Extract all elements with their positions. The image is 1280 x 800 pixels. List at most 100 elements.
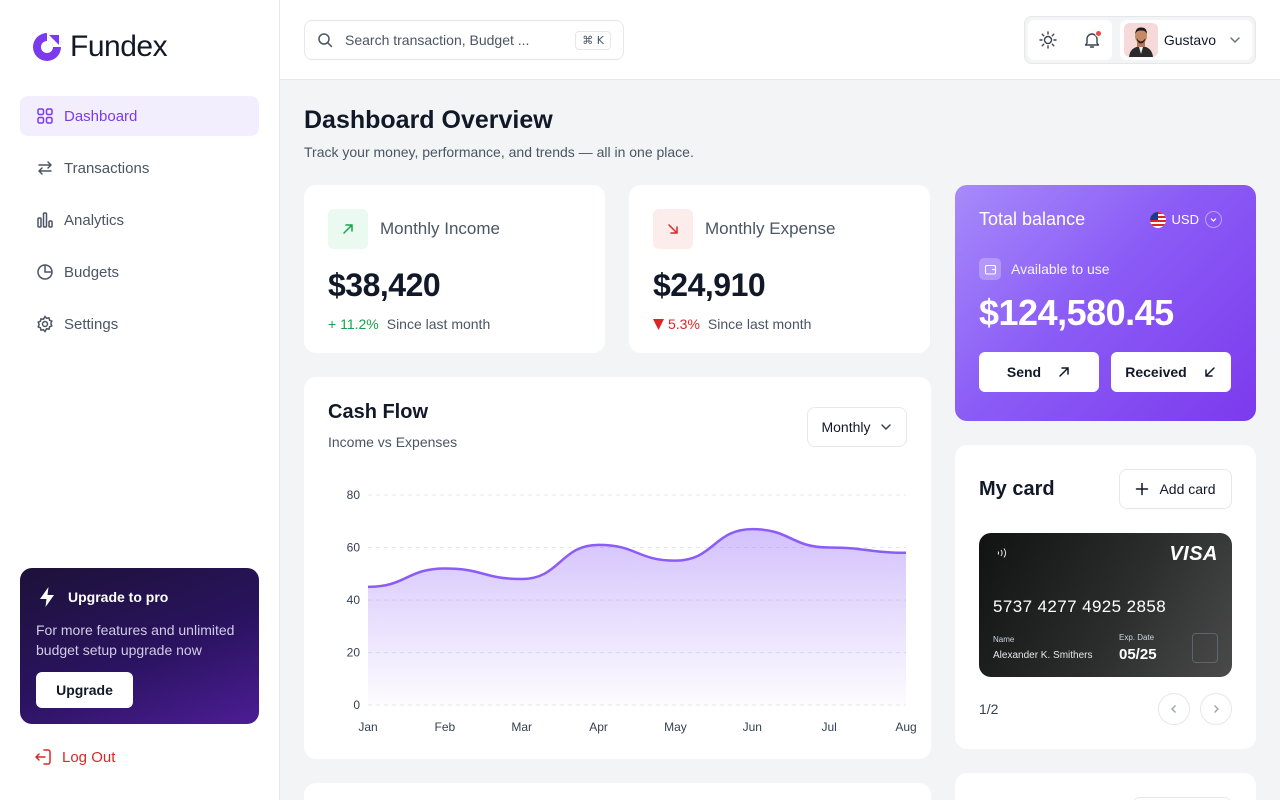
data-point[interactable] <box>597 544 599 546</box>
card-holder: Alexander K. Smithers <box>993 650 1093 661</box>
income-note: Since last month <box>386 316 491 332</box>
data-point[interactable] <box>674 559 676 561</box>
sidebar-item-label: Settings <box>64 315 119 333</box>
user-menu[interactable]: Gustavo <box>1119 20 1252 60</box>
x-tick-label: May <box>664 720 687 734</box>
series-area <box>368 529 906 705</box>
next-card-button[interactable] <box>1200 693 1232 725</box>
expense-label: Monthly Expense <box>705 219 836 238</box>
data-point[interactable] <box>751 528 753 530</box>
exp-date: 05/25 <box>1119 646 1157 663</box>
user-name: Gustavo <box>1163 32 1216 48</box>
data-point[interactable] <box>367 586 369 588</box>
cash-flow-card: Cash Flow Income vs Expenses Monthly 0 20… <box>304 377 931 759</box>
search-placeholder: Search transaction, Budget ... <box>345 32 530 48</box>
sidebar-nav: Dashboard Transactions Analytics Budgets… <box>20 96 259 356</box>
sidebar-item-label: Dashboard <box>64 107 138 125</box>
arrow-down-right-icon <box>653 209 693 249</box>
notifications-button[interactable] <box>1080 28 1104 52</box>
app-name: Fundex <box>70 30 168 63</box>
notification-dot <box>1094 30 1102 37</box>
currency-select[interactable]: USD <box>1149 211 1222 228</box>
data-point[interactable] <box>444 567 446 569</box>
y-tick-label: 40 <box>347 593 361 607</box>
add-card-label: Add card <box>1159 481 1216 497</box>
x-tick-label: Jul <box>821 720 836 734</box>
wallet-icon <box>979 258 1001 280</box>
header-icon-group <box>1027 20 1112 60</box>
x-tick-label: Aug <box>895 720 916 734</box>
my-card-panel: My card Add card VISA 5737 4277 4925 285… <box>955 445 1256 749</box>
sidebar: Fundex Dashboard Transactions Analytics … <box>0 0 280 800</box>
sidebar-item-label: Analytics <box>64 211 125 229</box>
search-shortcut: ⌘ K <box>575 30 611 50</box>
search-icon <box>318 33 333 48</box>
sidebar-item-settings[interactable]: Settings <box>20 304 259 344</box>
logout-button[interactable]: Log Out <box>34 748 115 766</box>
available-label: Available to use <box>1011 261 1110 277</box>
data-point[interactable] <box>905 552 907 554</box>
contactless-icon <box>997 548 1007 558</box>
sidebar-item-dashboard[interactable]: Dashboard <box>20 96 259 136</box>
arrow-up-right-icon <box>328 209 368 249</box>
expense-change: 5.3% <box>668 316 700 332</box>
sidebar-item-analytics[interactable]: Analytics <box>20 200 259 240</box>
bottom-card <box>304 783 931 800</box>
balance-title: Total balance <box>979 209 1086 229</box>
y-tick-label: 80 <box>347 488 361 502</box>
chevron-down-icon <box>1205 211 1222 228</box>
x-tick-label: Jun <box>743 720 762 734</box>
sun-icon <box>1039 31 1057 49</box>
us-flag-icon <box>1149 211 1166 228</box>
chevron-down-icon <box>1230 37 1240 44</box>
card-chip-icon <box>1192 633 1218 663</box>
expense-value: $24,910 <box>653 267 766 303</box>
card-name-label: Name <box>993 635 1015 644</box>
send-label: Send <box>1006 364 1042 380</box>
income-value: $38,420 <box>328 267 441 303</box>
add-card-button[interactable]: Add card <box>1119 469 1232 509</box>
sidebar-item-budgets[interactable]: Budgets <box>20 252 259 292</box>
x-tick-label: Mar <box>511 720 532 734</box>
chevron-left-icon <box>1171 705 1176 713</box>
income-change: + 11.2% <box>328 316 379 332</box>
y-tick-label: 0 <box>353 698 360 712</box>
theme-toggle-button[interactable] <box>1036 28 1060 52</box>
y-tick-label: 20 <box>347 646 361 660</box>
top-header: Search transaction, Budget ... ⌘ K Gusta… <box>280 0 1280 80</box>
triangle-down-icon <box>653 318 664 330</box>
plus-icon <box>1136 482 1149 496</box>
sidebar-item-label: Budgets <box>64 263 120 281</box>
cash-flow-chart: 0 20 40 60 80 Jan Feb Mar Apr May Jun Jul Aug <box>347 488 917 734</box>
income-card: Monthly Income $38,420 + 11.2% Since las… <box>304 185 605 353</box>
avatar <box>1123 23 1158 57</box>
arrow-up-right-icon <box>1059 367 1069 377</box>
prev-card-button[interactable] <box>1158 693 1190 725</box>
data-point[interactable] <box>828 546 830 548</box>
x-tick-label: Feb <box>435 720 456 734</box>
data-point[interactable] <box>521 578 523 580</box>
page-title: Dashboard Overview <box>304 106 553 134</box>
currency-code: USD <box>1171 212 1199 227</box>
logout-label: Log Out <box>62 748 116 766</box>
search-input[interactable]: Search transaction, Budget ... ⌘ K <box>304 20 624 60</box>
balance-value: $124,580.45 <box>979 292 1174 333</box>
upgrade-title: Upgrade to pro <box>68 589 169 605</box>
y-tick-label: 60 <box>347 541 361 555</box>
header-actions: Gustavo <box>1023 16 1256 64</box>
send-button[interactable]: Send <box>979 352 1099 392</box>
pie-chart-icon <box>36 263 54 281</box>
sidebar-item-transactions[interactable]: Transactions <box>20 148 259 188</box>
expense-note: Since last month <box>707 316 812 332</box>
chevron-right-icon <box>1214 705 1219 713</box>
income-label: Monthly Income <box>380 219 500 238</box>
logo-icon <box>33 33 61 61</box>
upgrade-button[interactable]: Upgrade <box>36 672 133 708</box>
app-logo[interactable]: Fundex <box>32 30 168 64</box>
bar-chart-icon <box>36 211 54 229</box>
card-brand: VISA <box>1169 543 1218 565</box>
credit-card[interactable]: VISA 5737 4277 4925 2858 Name Alexander … <box>979 533 1232 677</box>
my-card-title: My card <box>979 477 1055 500</box>
received-button[interactable]: Received <box>1111 352 1231 392</box>
grid-icon <box>36 107 54 125</box>
